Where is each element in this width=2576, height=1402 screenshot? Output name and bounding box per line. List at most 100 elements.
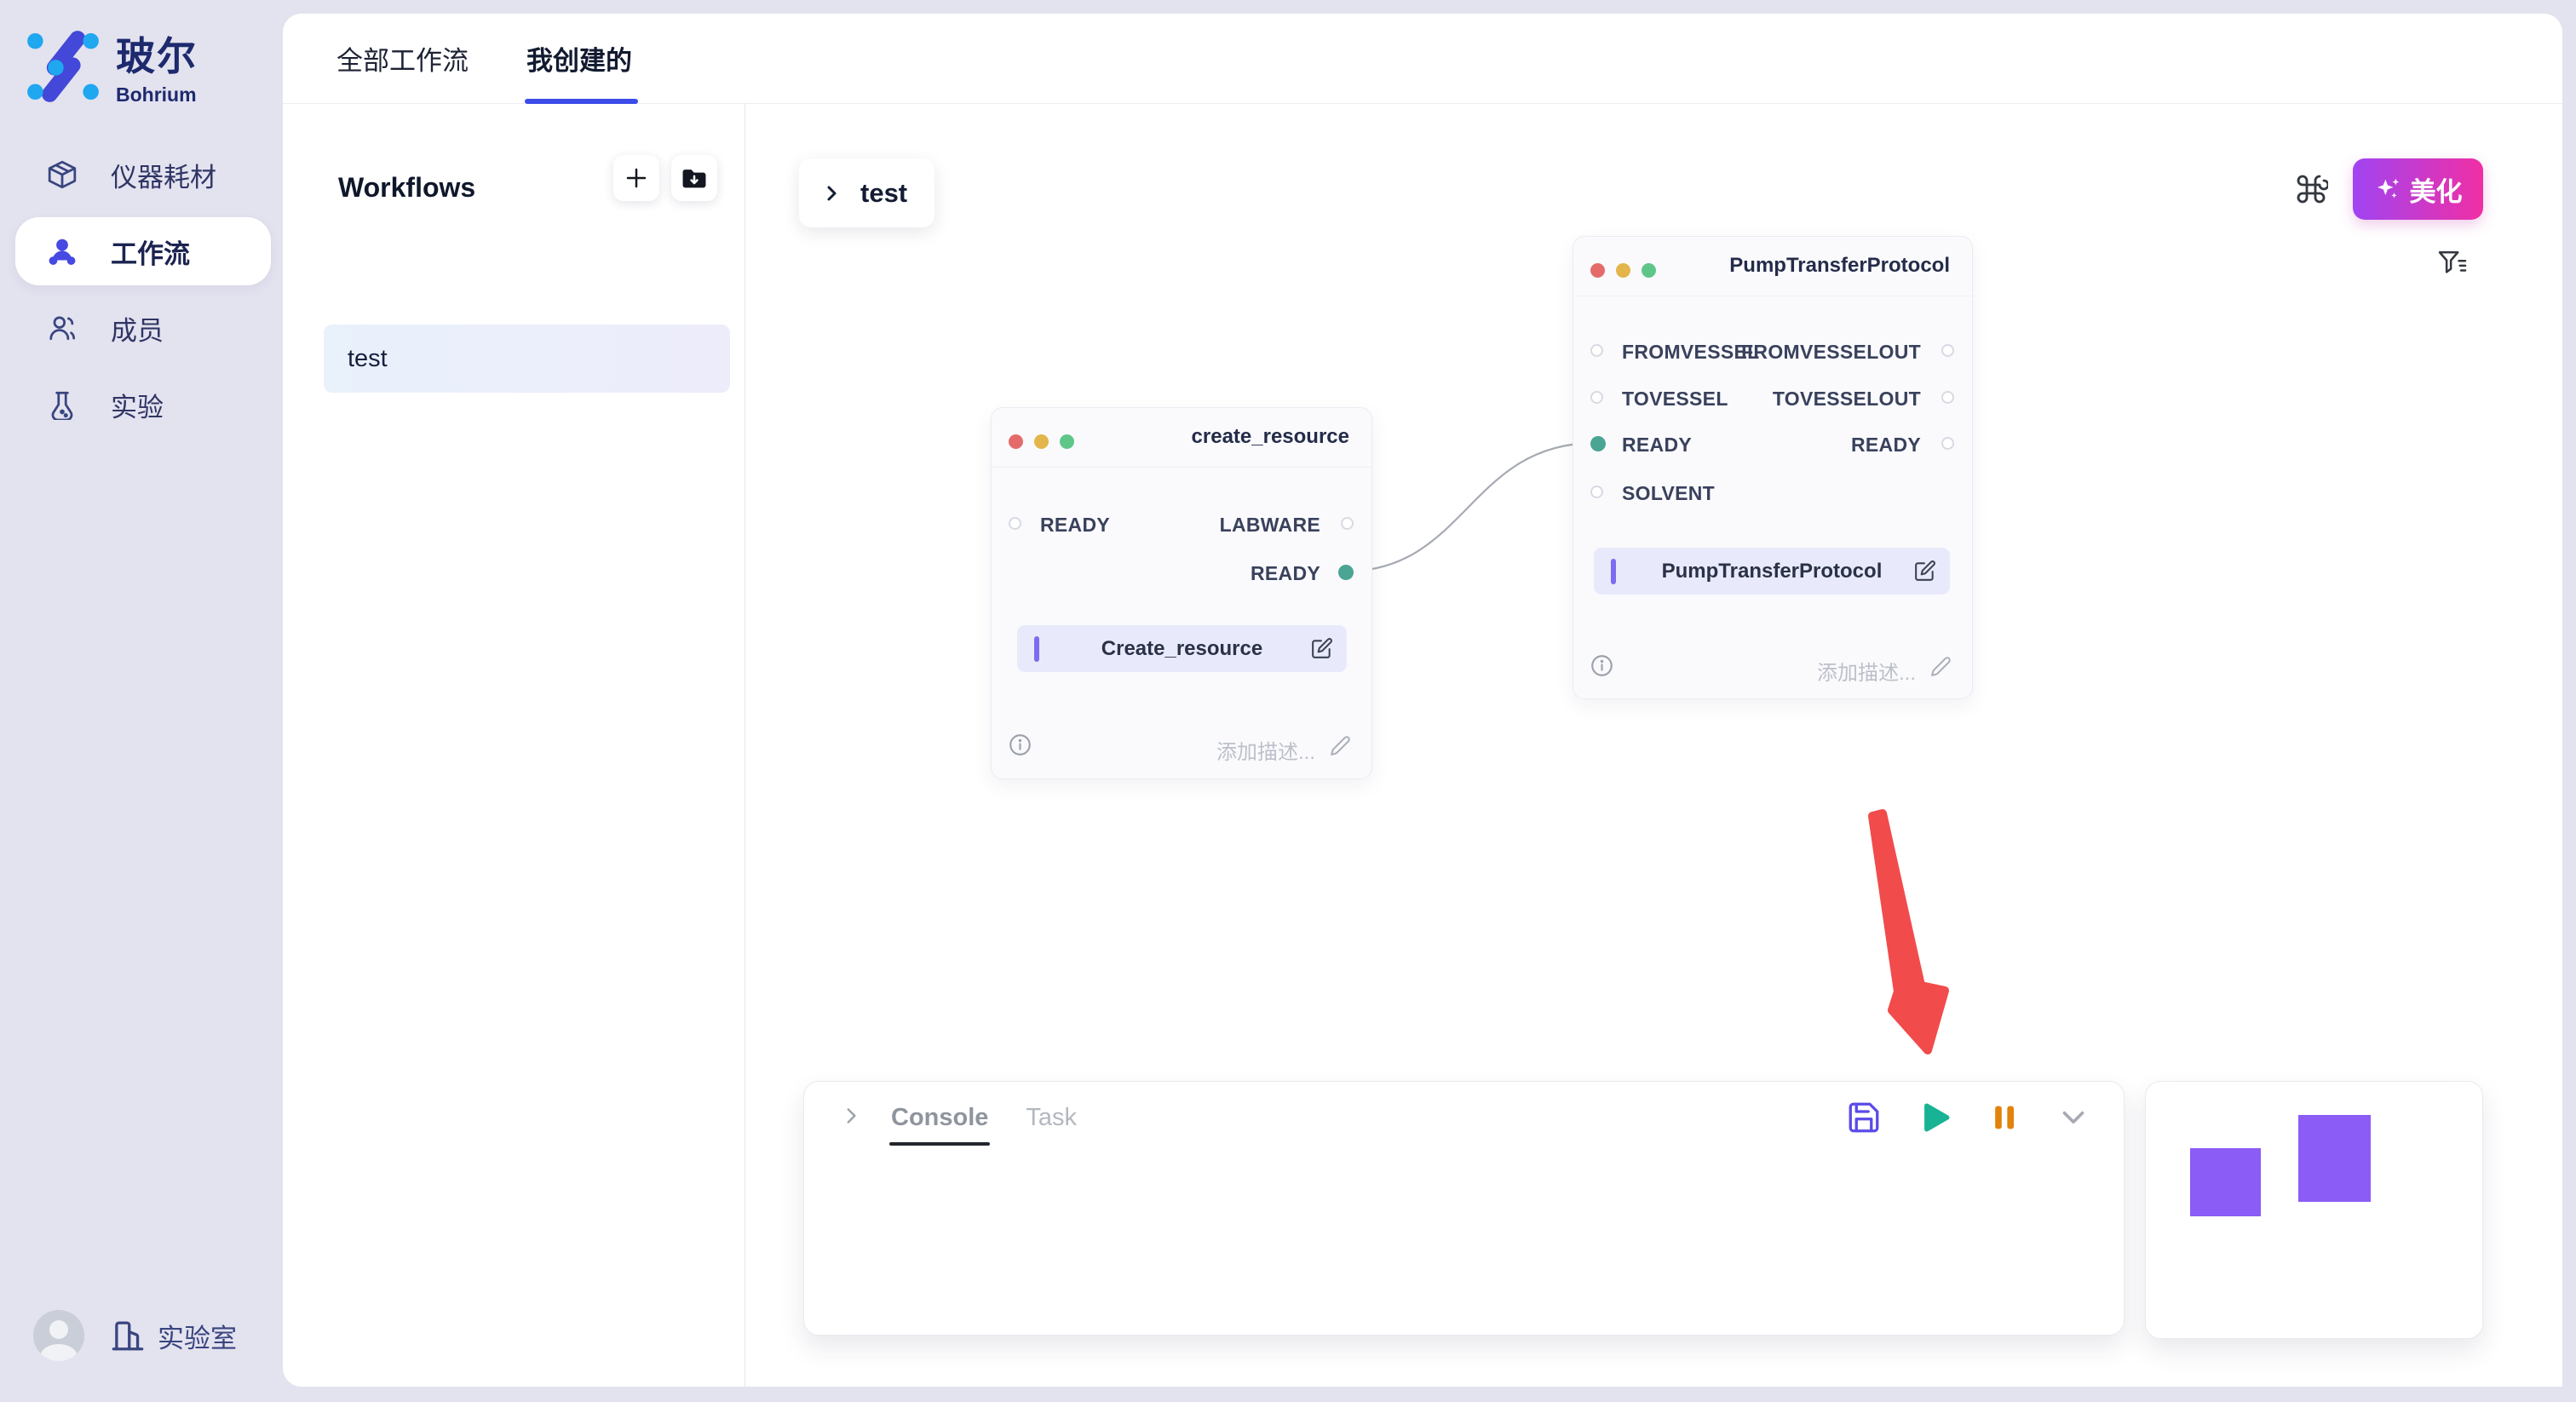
breadcrumb[interactable]: test	[799, 158, 934, 227]
node-header: create_resource	[992, 408, 1371, 468]
edit-icon[interactable]	[1311, 637, 1333, 664]
package-icon	[46, 158, 78, 191]
brand-title: 玻尔	[116, 26, 198, 82]
port-label: FROMVESSEL	[1622, 341, 1759, 364]
tab-all-workflows[interactable]: 全部工作流	[336, 14, 469, 103]
node-header: PumpTransferProtocol	[1573, 237, 1972, 296]
node-footer: 添加描述...	[1573, 654, 1972, 680]
node-title: PumpTransferProtocol	[1729, 254, 1950, 278]
workflows-list-panel: Workflows test	[283, 104, 745, 1387]
layout-command-button[interactable]	[2291, 169, 2332, 210]
sidebar-item-label: 仪器耗材	[111, 156, 216, 194]
collapse-button[interactable]	[2056, 1100, 2091, 1135]
traffic-dots	[1590, 263, 1656, 278]
console-expand-chevron-icon[interactable]	[840, 1105, 862, 1131]
sidebar-item-label: 成员	[111, 309, 164, 348]
dot-green	[1642, 263, 1656, 278]
node-footer: 添加描述...	[992, 733, 1371, 759]
bohrium-logo-icon	[26, 30, 101, 103]
port-label: SOLVENT	[1622, 482, 1715, 505]
run-button[interactable]	[1916, 1099, 1953, 1136]
building-icon	[110, 1317, 146, 1354]
info-icon[interactable]	[1009, 733, 1032, 761]
task-tab[interactable]: Task	[1026, 1104, 1077, 1132]
tab-my-created[interactable]: 我创建的	[526, 14, 632, 103]
port-in-ready[interactable]	[1009, 517, 1021, 530]
bohrium-workflow-app: 玻尔 Bohrium 仪器耗材	[0, 0, 2576, 1402]
workflows-panel-title: Workflows	[338, 172, 475, 204]
import-workflow-button[interactable]	[671, 155, 717, 201]
lab-label: 实验室	[158, 1317, 237, 1355]
lab-switcher[interactable]: 实验室	[110, 1317, 237, 1355]
sidebar-item-instruments[interactable]: 仪器耗材	[15, 141, 271, 209]
console-tab[interactable]: Console	[891, 1104, 988, 1132]
dot-red	[1009, 434, 1023, 449]
info-icon[interactable]	[1590, 654, 1613, 681]
port-in-ready[interactable]	[1590, 436, 1606, 451]
sidebar-footer: 实验室	[33, 1310, 237, 1361]
node-create-resource[interactable]: create_resource READY LABWARE READY	[991, 407, 1372, 779]
save-floppy-icon	[1846, 1100, 1882, 1135]
description-placeholder[interactable]: 添加描述...	[1817, 656, 1916, 686]
pill-label: Create_resource	[1017, 637, 1347, 661]
minimap[interactable]	[2145, 1081, 2483, 1339]
port-out-tovesselout[interactable]	[1941, 391, 1954, 404]
console-header: Console Task	[804, 1082, 2124, 1153]
port-in-fromvessel[interactable]	[1590, 344, 1603, 357]
pencil-icon[interactable]	[1330, 735, 1351, 761]
sidebar-item-label: 工作流	[111, 233, 190, 271]
command-icon	[2294, 172, 2328, 206]
port-label: FROMVESSELOUT	[1741, 341, 1921, 364]
beautify-button[interactable]: 美化	[2353, 158, 2483, 220]
sidebar-item-members[interactable]: 成员	[15, 294, 271, 362]
edit-icon[interactable]	[1914, 560, 1936, 586]
node-pump-transfer-protocol[interactable]: PumpTransferProtocol FROMVESSEL FROMVESS…	[1573, 236, 1973, 699]
node-title: create_resource	[1192, 425, 1349, 449]
user-avatar[interactable]	[33, 1310, 84, 1361]
pencil-icon[interactable]	[1930, 656, 1952, 681]
plus-icon	[624, 165, 649, 191]
port-in-solvent[interactable]	[1590, 486, 1603, 498]
workflow-item-label: test	[348, 345, 388, 373]
sidebar-item-label: 实验	[111, 386, 164, 424]
minimap-node-create-resource	[2190, 1148, 2261, 1216]
chevron-down-icon	[2056, 1100, 2091, 1135]
sidebar-item-experiments[interactable]: 实验	[15, 371, 271, 439]
dot-yellow	[1616, 263, 1630, 278]
port-in-tovessel[interactable]	[1590, 391, 1603, 404]
port-label: TOVESSELOUT	[1773, 388, 1921, 411]
pause-icon	[1987, 1100, 2021, 1135]
port-out-labware[interactable]	[1341, 517, 1354, 530]
add-workflow-button[interactable]	[613, 155, 659, 201]
pause-button[interactable]	[1987, 1100, 2021, 1135]
pill-label: PumpTransferProtocol	[1594, 560, 1950, 583]
dot-yellow	[1034, 434, 1049, 449]
port-label: READY	[1251, 562, 1320, 585]
console-panel: Console Task	[803, 1081, 2125, 1336]
traffic-dots	[1009, 434, 1074, 449]
workflow-list-item[interactable]: test	[324, 325, 730, 393]
main-panel: 全部工作流 我创建的 Workflows	[283, 14, 2562, 1387]
experiment-icon	[46, 388, 78, 421]
port-out-ready[interactable]	[1941, 437, 1954, 450]
node-action-pill[interactable]: PumpTransferProtocol	[1594, 548, 1950, 595]
port-label: READY	[1040, 514, 1110, 537]
breadcrumb-label: test	[860, 178, 907, 209]
beautify-label: 美化	[2410, 170, 2463, 209]
port-label: READY	[1851, 434, 1921, 457]
sidebar-item-workflows[interactable]: 工作流	[15, 217, 271, 285]
brand-subtitle: Bohrium	[116, 83, 198, 106]
dot-green	[1060, 434, 1074, 449]
port-out-fromvesselout[interactable]	[1941, 344, 1954, 357]
sidebar-menu: 仪器耗材 工作流 成员	[15, 141, 271, 447]
description-placeholder[interactable]: 添加描述...	[1216, 735, 1315, 765]
save-button[interactable]	[1846, 1100, 1882, 1135]
filter-funnel-icon	[2435, 247, 2470, 281]
port-out-ready[interactable]	[1338, 565, 1354, 580]
play-icon	[1916, 1099, 1953, 1136]
sparkles-icon	[2374, 175, 2401, 203]
port-label: READY	[1622, 434, 1692, 457]
filter-button[interactable]	[2434, 245, 2471, 283]
port-label: LABWARE	[1220, 514, 1320, 537]
node-action-pill[interactable]: Create_resource	[1017, 625, 1347, 672]
